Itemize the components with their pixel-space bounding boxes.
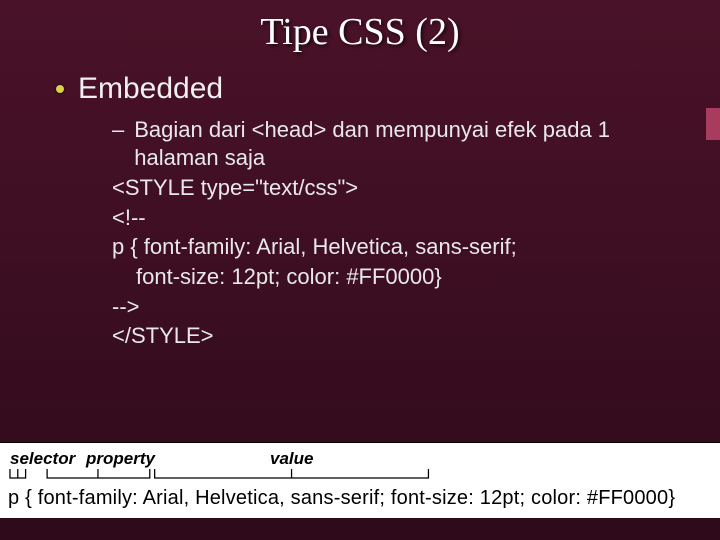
dash-icon: – <box>112 116 124 171</box>
css-anatomy-diagram: selector property value p { font-family:… <box>0 442 720 518</box>
label-selector: selector <box>10 449 75 469</box>
code-line: p { font-family: Arial, Helvetica, sans-… <box>112 234 517 259</box>
code-line: --> <box>112 294 140 319</box>
sub-bullet: – Bagian dari <head> dan mempunyai efek … <box>112 116 682 171</box>
code-line: <STYLE type="text/css"> <box>112 175 358 200</box>
bracket-lines-icon <box>8 469 712 487</box>
sub-content: – Bagian dari <head> dan mempunyai efek … <box>56 106 682 351</box>
code-block: <STYLE type="text/css"> <!-- p { font-fa… <box>112 171 682 351</box>
code-line: <!-- <box>112 205 146 230</box>
bullet-dot-icon <box>56 85 64 93</box>
code-line: </STYLE> <box>112 323 214 348</box>
bullet-text: Embedded <box>78 72 223 106</box>
label-property: property <box>86 449 155 469</box>
accent-bar <box>706 108 720 140</box>
code-line: font-size: 12pt; color: #FF0000} <box>112 262 682 292</box>
diagram-labels: selector property value <box>8 449 712 483</box>
slide-title: Tipe CSS (2) <box>0 0 720 54</box>
label-value: value <box>270 449 313 469</box>
slide-body: Embedded – Bagian dari <head> dan mempun… <box>0 54 720 351</box>
sub-desc: Bagian dari <head> dan mempunyai efek pa… <box>134 116 682 171</box>
diagram-css-line: p { font-family: Arial, Helvetica, sans-… <box>8 483 712 510</box>
bullet-item: Embedded <box>56 72 682 106</box>
